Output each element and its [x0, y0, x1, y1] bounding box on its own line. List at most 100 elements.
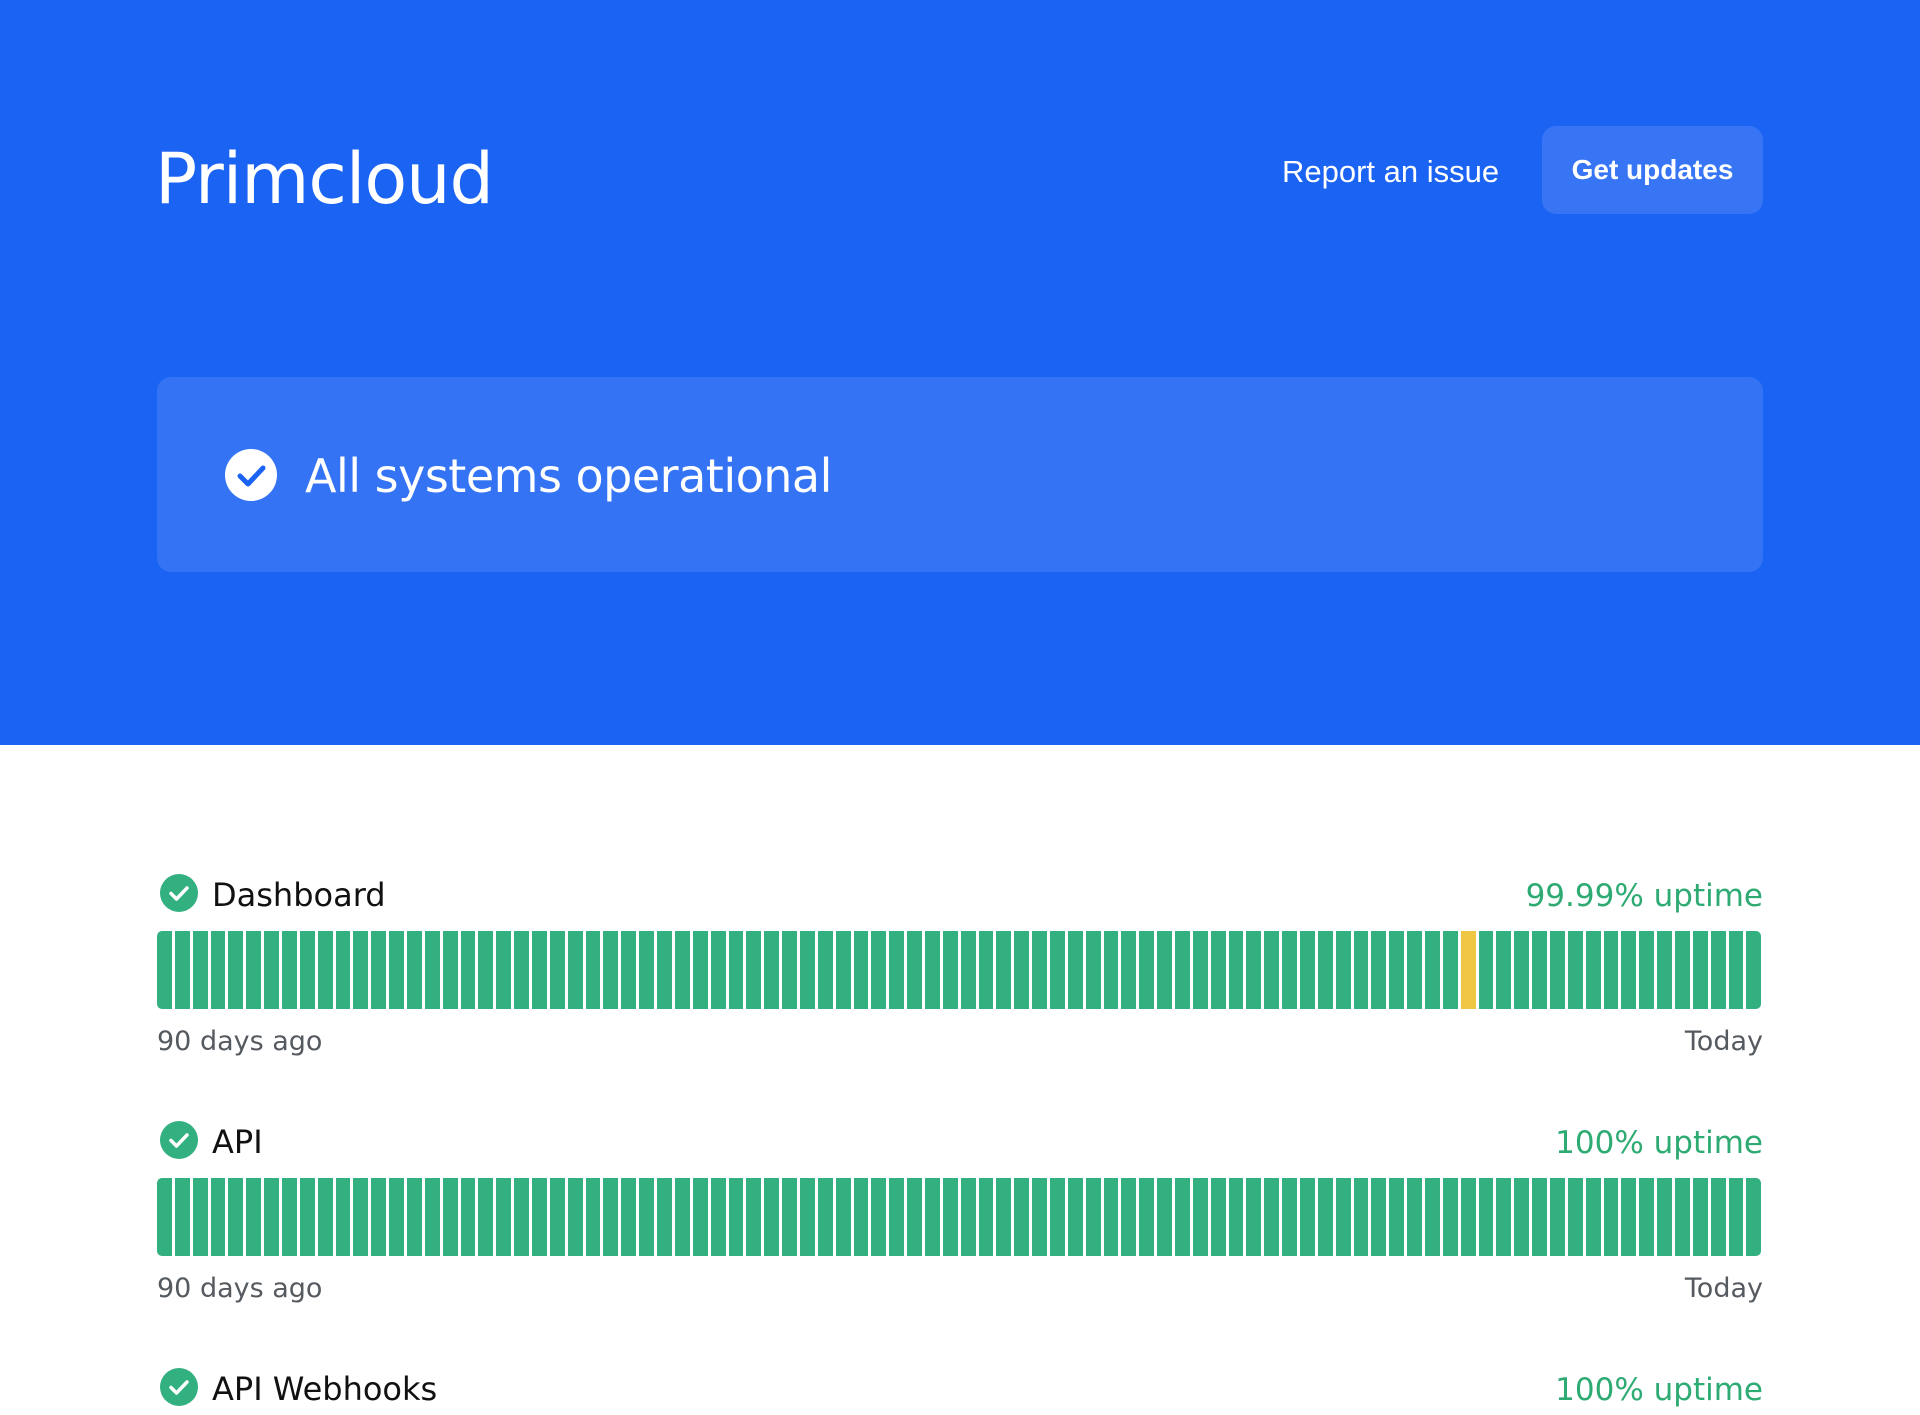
uptime-day-bar[interactable] [924, 931, 940, 1009]
uptime-day-bar[interactable] [442, 931, 458, 1009]
uptime-day-bar[interactable] [282, 931, 297, 1009]
uptime-day-bar[interactable] [1282, 931, 1297, 1009]
uptime-day-bar[interactable] [585, 931, 601, 1009]
uptime-day-bar[interactable] [1639, 1178, 1655, 1256]
uptime-day-bar[interactable] [585, 1178, 601, 1256]
uptime-day-bar[interactable] [1300, 1178, 1315, 1256]
uptime-day-bar[interactable] [799, 1178, 815, 1256]
uptime-day-bar[interactable] [889, 931, 905, 1009]
uptime-day-bar[interactable] [1460, 1178, 1476, 1256]
uptime-day-bar[interactable] [1603, 1178, 1619, 1256]
uptime-day-bar[interactable] [264, 1178, 280, 1256]
uptime-day-bar[interactable] [299, 931, 315, 1009]
uptime-day-bar[interactable] [639, 931, 655, 1009]
uptime-day-bar[interactable] [1032, 931, 1047, 1009]
uptime-day-bar[interactable] [835, 1178, 851, 1256]
uptime-day-bar[interactable] [514, 1178, 530, 1256]
uptime-day-bar[interactable] [960, 931, 976, 1009]
uptime-day-bar[interactable] [1174, 931, 1190, 1009]
uptime-day-bar[interactable] [1067, 931, 1083, 1009]
uptime-day-bar[interactable] [1300, 931, 1315, 1009]
uptime-day-bar[interactable] [353, 1178, 369, 1256]
uptime-day-bar[interactable] [1353, 931, 1369, 1009]
uptime-day-bar[interactable] [853, 1178, 869, 1256]
uptime-day-bar[interactable] [996, 1178, 1012, 1256]
uptime-day-bar[interactable] [996, 931, 1012, 1009]
uptime-day-bar[interactable] [1550, 1178, 1565, 1256]
uptime-day-bar[interactable] [835, 931, 851, 1009]
uptime-day-bar[interactable] [1389, 931, 1405, 1009]
uptime-day-bar[interactable] [1478, 1178, 1494, 1256]
uptime-day-bar[interactable] [1710, 931, 1726, 1009]
uptime-day-bar[interactable] [657, 931, 672, 1009]
uptime-day-bar[interactable] [710, 931, 726, 1009]
uptime-day-bar[interactable] [1639, 931, 1655, 1009]
uptime-day-bar[interactable] [692, 1178, 708, 1256]
uptime-day-bar[interactable] [621, 931, 637, 1009]
uptime-day-bar[interactable] [424, 1178, 440, 1256]
uptime-day-bar[interactable] [407, 1178, 422, 1256]
uptime-day-bar[interactable] [746, 1178, 762, 1256]
uptime-day-bar[interactable] [192, 1178, 208, 1256]
uptime-day-bar[interactable] [1157, 1178, 1172, 1256]
uptime-day-bar[interactable] [157, 931, 172, 1009]
uptime-day-bar[interactable] [639, 1178, 655, 1256]
uptime-day-bar[interactable] [1121, 931, 1137, 1009]
uptime-day-bar[interactable] [817, 1178, 833, 1256]
primcloud-logo[interactable]: Primcloud [155, 138, 494, 220]
uptime-day-bar[interactable] [1675, 931, 1690, 1009]
uptime-day-bar[interactable] [817, 931, 833, 1009]
uptime-day-bar[interactable] [210, 1178, 226, 1256]
uptime-day-bar[interactable] [1692, 1178, 1708, 1256]
uptime-day-bar[interactable] [692, 931, 708, 1009]
uptime-day-bar[interactable] [674, 931, 690, 1009]
uptime-day-bar[interactable] [1567, 931, 1583, 1009]
uptime-day-bar[interactable] [978, 1178, 994, 1256]
uptime-day-bar[interactable] [1014, 1178, 1030, 1256]
uptime-day-bar[interactable] [728, 1178, 744, 1256]
uptime-day-bar[interactable] [514, 931, 530, 1009]
uptime-day-bar[interactable] [1085, 1178, 1101, 1256]
uptime-day-bar[interactable] [1657, 931, 1673, 1009]
uptime-day-bar[interactable] [1657, 1178, 1673, 1256]
uptime-day-bar[interactable] [1049, 931, 1065, 1009]
uptime-day-bar[interactable] [799, 931, 815, 1009]
uptime-day-bar[interactable] [1514, 1178, 1530, 1256]
uptime-day-bar[interactable] [496, 1178, 512, 1256]
uptime-day-bar[interactable] [1710, 1178, 1726, 1256]
uptime-day-bar[interactable] [1550, 931, 1565, 1009]
uptime-day-bar[interactable] [960, 1178, 976, 1256]
uptime-day-bar[interactable] [532, 1178, 547, 1256]
uptime-day-bar[interactable] [1032, 1178, 1047, 1256]
uptime-day-bar[interactable] [478, 931, 494, 1009]
uptime-day-bar[interactable] [1442, 1178, 1458, 1256]
uptime-day-bar[interactable] [478, 1178, 494, 1256]
uptime-day-bar[interactable] [1157, 931, 1172, 1009]
uptime-day-bar[interactable] [389, 931, 405, 1009]
uptime-day-bar[interactable] [1103, 931, 1119, 1009]
uptime-day-bar[interactable] [1353, 1178, 1369, 1256]
uptime-day-bar[interactable] [1049, 1178, 1065, 1256]
uptime-day-bar[interactable] [228, 1178, 244, 1256]
uptime-day-bar[interactable] [1246, 931, 1262, 1009]
uptime-day-bar[interactable] [1014, 931, 1030, 1009]
uptime-day-bar[interactable] [157, 1178, 172, 1256]
uptime-day-bar[interactable] [335, 1178, 351, 1256]
uptime-day-bar[interactable] [1621, 1178, 1637, 1256]
uptime-day-bar[interactable] [1103, 1178, 1119, 1256]
uptime-day-bar[interactable] [1621, 931, 1637, 1009]
uptime-day-bar[interactable] [549, 931, 565, 1009]
uptime-day-bar[interactable] [1496, 931, 1512, 1009]
uptime-day-bar[interactable] [496, 931, 512, 1009]
uptime-day-bar[interactable] [371, 931, 387, 1009]
uptime-day-bar[interactable] [1139, 1178, 1155, 1256]
uptime-day-bar[interactable] [1692, 931, 1708, 1009]
uptime-day-bar[interactable] [1407, 1178, 1423, 1256]
uptime-day-bar[interactable] [907, 931, 922, 1009]
uptime-day-bar[interactable] [407, 931, 422, 1009]
uptime-day-bar[interactable] [1746, 1178, 1762, 1256]
get-updates-button[interactable]: Get updates [1542, 126, 1763, 214]
uptime-day-bar[interactable] [1335, 931, 1351, 1009]
uptime-day-bar[interactable] [371, 1178, 387, 1256]
uptime-day-bar[interactable] [1603, 931, 1619, 1009]
